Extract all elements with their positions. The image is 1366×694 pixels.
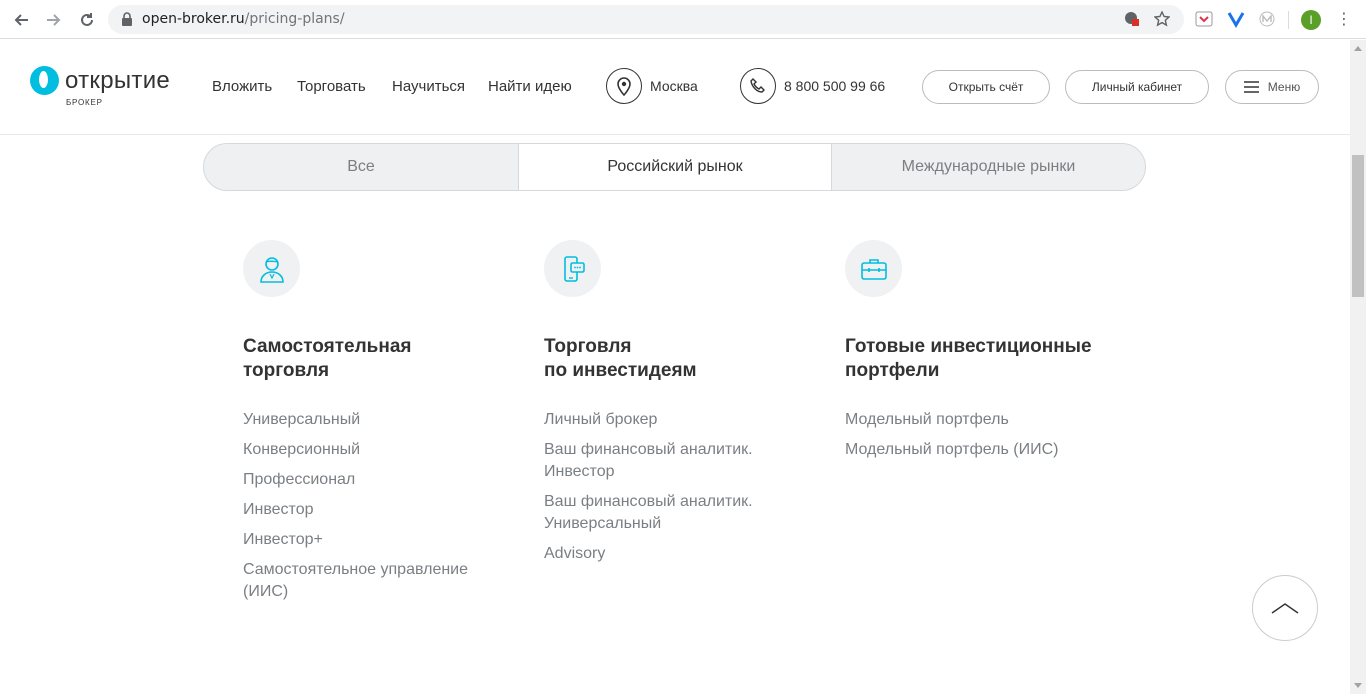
plan-link-text: Универсальный xyxy=(544,515,662,532)
plan-link-analyst-investor[interactable]: Ваш финансовый аналитик. Инвестор xyxy=(544,439,834,483)
plan-list: Модельный портфель Модельный портфель (И… xyxy=(845,409,1135,461)
phone-number[interactable]: 8 800 500 99 66 xyxy=(784,78,885,94)
column-title-line: Самостоятельная xyxy=(243,336,412,357)
personal-cabinet-button[interactable]: Личный кабинет xyxy=(1065,70,1209,104)
column-title-line: Торговля xyxy=(544,336,632,357)
logo-subtitle: БРОКЕР xyxy=(66,98,103,107)
column-title-line: портфели xyxy=(845,360,940,381)
column-title-line: Готовые инвестиционные xyxy=(845,336,1092,357)
plan-link-text: Инвестор xyxy=(544,463,615,480)
plan-link-text: Профессионал xyxy=(243,471,356,488)
plan-column-invest-ideas: Торговля по инвестидеям Личный брокер Ва… xyxy=(544,240,834,573)
hamburger-icon xyxy=(1243,81,1259,93)
scroll-to-top-button[interactable] xyxy=(1252,575,1318,641)
plan-link-text: Универсальный xyxy=(243,411,361,428)
page-scrollbar[interactable] xyxy=(1350,40,1366,694)
url-host: open-broker.ru xyxy=(142,11,245,27)
plan-link-personal-broker[interactable]: Личный брокер xyxy=(544,409,834,431)
plan-link-advisory[interactable]: Advisory xyxy=(544,543,834,565)
plan-list: Личный брокер Ваш финансовый аналитик. Ин… xyxy=(544,409,834,565)
chevron-up-icon xyxy=(1271,603,1299,614)
plan-link-text: Инвестор+ xyxy=(243,531,323,548)
toolbar-separator xyxy=(1288,11,1289,29)
lock-icon xyxy=(122,12,132,26)
profile-avatar[interactable]: I xyxy=(1301,10,1321,30)
browser-toolbar: open-broker.ru/pricing-plans/ I ⋮ xyxy=(0,0,1366,39)
column-title: Торговля по инвестидеям xyxy=(544,335,834,383)
browser-menu-icon[interactable]: ⋮ xyxy=(1336,9,1352,31)
menu-button[interactable]: Меню xyxy=(1225,70,1319,104)
plan-link-analyst-universal[interactable]: Ваш финансовый аналитик. Универсальный xyxy=(544,491,834,535)
nav-invest[interactable]: Вложить xyxy=(212,78,272,95)
location-pin-icon[interactable] xyxy=(606,68,642,104)
plan-link-model-portfolio-iis[interactable]: Модельный портфель (ИИС) xyxy=(845,439,1135,461)
back-icon[interactable] xyxy=(9,8,33,32)
vpn-extension-icon[interactable] xyxy=(1227,10,1245,28)
scroll-thumb[interactable] xyxy=(1352,155,1364,297)
plan-link-text: Ваш финансовый аналитик. xyxy=(544,493,753,510)
plan-link-text: Самостоятельное управление xyxy=(243,561,469,578)
site-header: ОТКРЫТИЕ БРОКЕР Вложить Торговать Научит… xyxy=(0,40,1350,135)
pocket-extension-icon[interactable] xyxy=(1195,10,1213,28)
plan-link-text: Модельный портфель (ИИС) xyxy=(845,441,1059,458)
city-selector[interactable]: Москва xyxy=(650,78,698,94)
forward-icon[interactable] xyxy=(42,8,66,32)
plan-link-text: Инвестор xyxy=(243,501,314,518)
nav-learn[interactable]: Научиться xyxy=(392,78,465,95)
plan-link-text: (ИИС) xyxy=(243,583,289,600)
scroll-down-arrow-icon[interactable] xyxy=(1354,683,1362,688)
column-title: Самостоятельная торговля xyxy=(243,335,533,383)
plan-link-investor[interactable]: Инвестор xyxy=(243,499,533,521)
bookmark-star-icon[interactable] xyxy=(1153,10,1171,28)
plan-link-text: Модельный портфель xyxy=(845,411,1009,428)
phone-chat-icon xyxy=(544,240,601,297)
plan-link-model-portfolio[interactable]: Модельный портфель xyxy=(845,409,1135,431)
plan-link-investor-plus[interactable]: Инвестор+ xyxy=(243,529,533,551)
plan-column-ready-portfolios: Готовые инвестиционные портфели Модельны… xyxy=(845,240,1135,469)
plan-link-self-managed-iis[interactable]: Самостоятельное управление (ИИС) xyxy=(243,559,533,603)
tab-international-markets[interactable]: Международные рынки xyxy=(832,144,1145,190)
column-title-line: торговля xyxy=(243,360,330,381)
metro-extension-icon[interactable] xyxy=(1258,10,1276,28)
blocked-cookies-icon[interactable] xyxy=(1123,10,1141,28)
plan-link-text: Конверсионный xyxy=(243,441,361,458)
scroll-up-arrow-icon[interactable] xyxy=(1354,46,1362,51)
menu-label: Меню xyxy=(1267,80,1301,94)
tab-russian-market[interactable]: Российский рынок xyxy=(518,144,832,190)
open-account-button[interactable]: Открыть счёт xyxy=(922,70,1050,104)
url-path: /pricing-plans/ xyxy=(244,11,345,27)
plan-column-self-trading: Самостоятельная торговля Универсальный К… xyxy=(243,240,533,611)
plan-link-conversion[interactable]: Конверсионный xyxy=(243,439,533,461)
plan-link-text: Личный брокер xyxy=(544,411,658,428)
plan-list: Универсальный Конверсионный Профессионал… xyxy=(243,409,533,603)
briefcase-icon xyxy=(845,240,902,297)
user-icon xyxy=(243,240,300,297)
reload-icon[interactable] xyxy=(75,8,99,32)
plan-link-text: Advisory xyxy=(544,545,606,562)
phone-icon[interactable] xyxy=(740,68,776,104)
logo-mark-icon xyxy=(30,66,59,95)
market-tabs: Все Российский рынок Международные рынки xyxy=(203,143,1146,191)
plan-link-universal[interactable]: Универсальный xyxy=(243,409,533,431)
plan-link-professional[interactable]: Профессионал xyxy=(243,469,533,491)
url-text: open-broker.ru/pricing-plans/ xyxy=(142,11,345,27)
nav-find-idea[interactable]: Найти идею xyxy=(488,78,572,95)
plan-link-text: Ваш финансовый аналитик. xyxy=(544,441,753,458)
column-title-line: по инвестидеям xyxy=(544,360,697,381)
column-title: Готовые инвестиционные портфели xyxy=(845,335,1135,383)
address-bar[interactable]: open-broker.ru/pricing-plans/ xyxy=(108,5,1184,34)
tab-all[interactable]: Все xyxy=(204,144,518,190)
logo-name: ОТКРЫТИЕ xyxy=(65,67,171,94)
nav-trade[interactable]: Торговать xyxy=(297,78,366,95)
